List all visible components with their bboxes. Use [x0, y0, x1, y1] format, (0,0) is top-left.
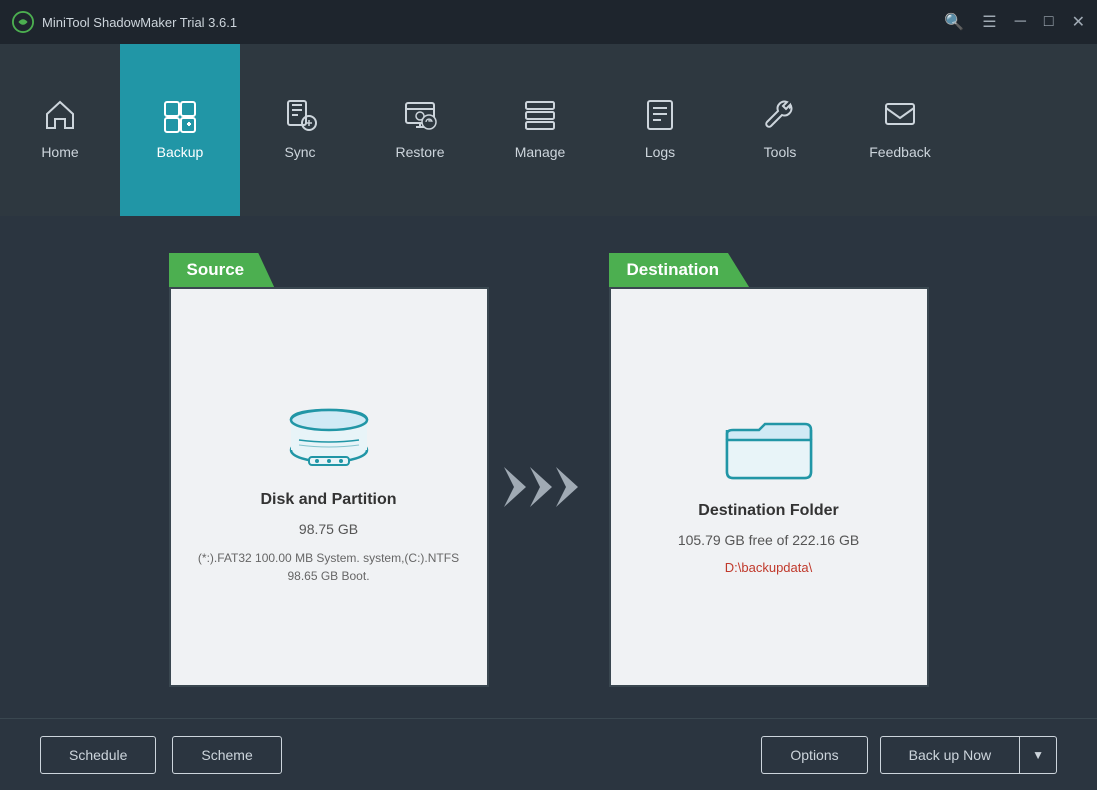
logs-icon: [642, 97, 678, 138]
backup-now-button[interactable]: Back up Now: [880, 736, 1020, 774]
bottombar-left: Schedule Scheme: [40, 736, 282, 774]
schedule-button[interactable]: Schedule: [40, 736, 156, 774]
app-title: MiniTool ShadowMaker Trial 3.6.1: [42, 15, 237, 30]
titlebar-left: MiniTool ShadowMaker Trial 3.6.1: [12, 11, 237, 33]
main-content: Source Di: [0, 216, 1097, 718]
destination-section: Destination Destination Folder 105.79 GB…: [609, 247, 929, 687]
tools-icon: [762, 97, 798, 138]
menu-icon[interactable]: ☰: [982, 12, 996, 32]
source-title: Disk and Partition: [260, 491, 396, 509]
nav-label-restore: Restore: [395, 144, 444, 160]
source-detail: (*:).FAT32 100.00 MB System. system,(C:)…: [171, 549, 487, 585]
scheme-button[interactable]: Scheme: [172, 736, 281, 774]
source-label: Source: [169, 253, 275, 287]
nav-item-restore[interactable]: Restore: [360, 44, 480, 216]
search-icon[interactable]: 🔍: [944, 12, 964, 32]
bottombar: Schedule Scheme Options Back up Now ▼: [0, 718, 1097, 790]
backup-dropdown-button[interactable]: ▼: [1020, 736, 1057, 774]
titlebar: MiniTool ShadowMaker Trial 3.6.1 🔍 ☰ ─ □…: [0, 0, 1097, 44]
feedback-icon: [882, 97, 918, 138]
arrow-area: [489, 462, 609, 512]
nav-label-tools: Tools: [764, 144, 797, 160]
source-section: Source Di: [169, 247, 489, 687]
folder-icon: [719, 400, 819, 490]
destination-label: Destination: [609, 253, 750, 287]
nav-label-feedback: Feedback: [869, 144, 930, 160]
close-icon[interactable]: ✕: [1072, 12, 1085, 32]
bottombar-right: Options Back up Now ▼: [761, 736, 1057, 774]
destination-header: Destination: [609, 247, 929, 287]
backup-icon: [162, 97, 198, 138]
source-card[interactable]: Disk and Partition 98.75 GB (*:).FAT32 1…: [169, 287, 489, 687]
nav-item-logs[interactable]: Logs: [600, 44, 720, 216]
source-size: 98.75 GB: [299, 521, 358, 537]
manage-icon: [522, 97, 558, 138]
destination-title: Destination Folder: [698, 502, 838, 520]
nav-item-home[interactable]: Home: [0, 44, 120, 216]
sync-icon: [282, 97, 318, 138]
home-icon: [42, 97, 78, 138]
nav-label-home: Home: [41, 144, 78, 160]
disk-icon: [279, 389, 379, 479]
destination-card[interactable]: Destination Folder 105.79 GB free of 222…: [609, 287, 929, 687]
destination-path: D:\backupdata\: [725, 560, 812, 575]
nav-item-backup[interactable]: Backup: [120, 44, 240, 216]
titlebar-controls: 🔍 ☰ ─ □ ✕: [944, 12, 1085, 32]
source-header: Source: [169, 247, 489, 287]
nav-item-tools[interactable]: Tools: [720, 44, 840, 216]
options-button[interactable]: Options: [761, 736, 867, 774]
nav-label-backup: Backup: [157, 144, 204, 160]
minimize-icon[interactable]: ─: [1015, 13, 1026, 31]
nav-item-manage[interactable]: Manage: [480, 44, 600, 216]
app-logo-icon: [12, 11, 34, 33]
nav-label-manage: Manage: [515, 144, 566, 160]
nav-item-feedback[interactable]: Feedback: [840, 44, 960, 216]
nav-label-logs: Logs: [645, 144, 675, 160]
nav-item-sync[interactable]: Sync: [240, 44, 360, 216]
nav-label-sync: Sync: [284, 144, 315, 160]
navbar: Home Backup Sync: [0, 44, 1097, 216]
maximize-icon[interactable]: □: [1044, 13, 1054, 31]
destination-free: 105.79 GB free of 222.16 GB: [678, 532, 859, 548]
restore-icon: [402, 97, 438, 138]
